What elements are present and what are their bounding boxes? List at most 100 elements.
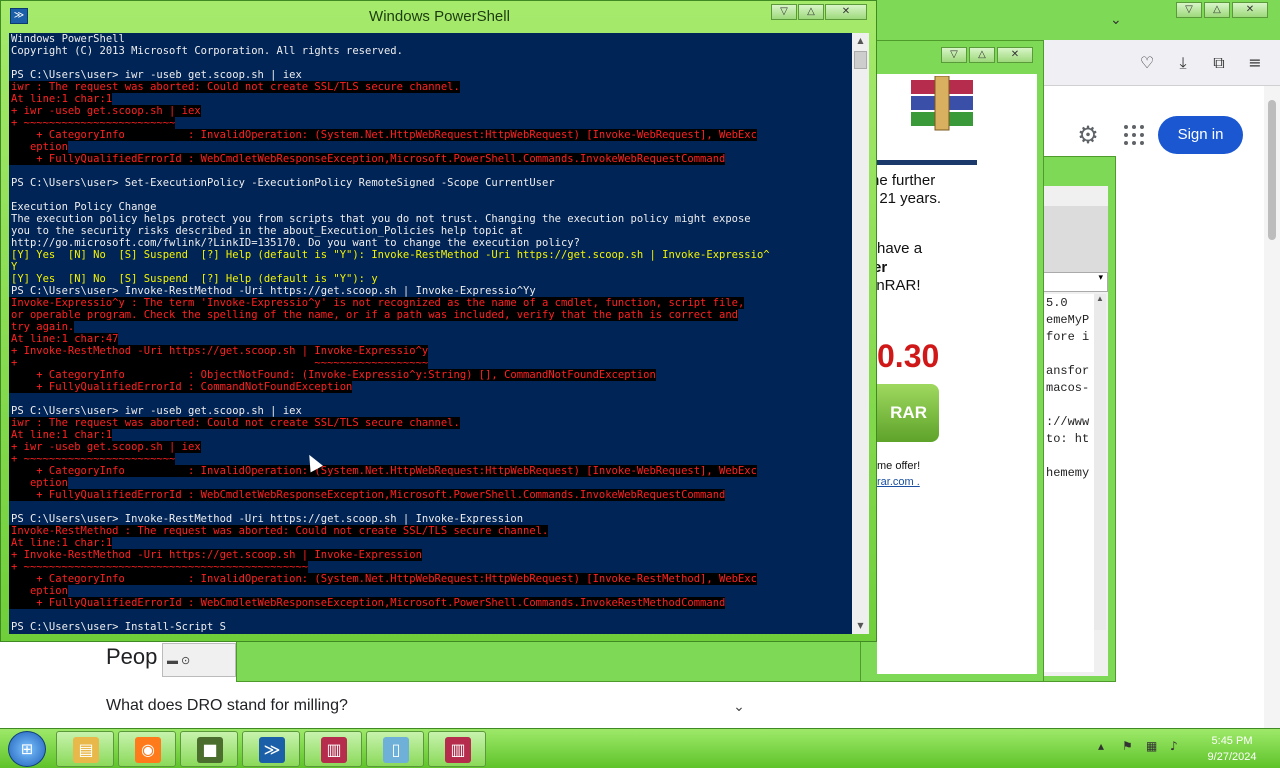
browser-scrollbar[interactable] <box>1264 86 1280 728</box>
winrar-ad-text: t 21 years. <box>877 190 942 207</box>
download-icon[interactable]: ⤓ <box>1172 52 1194 74</box>
question-item[interactable]: What does DRO stand for milling? <box>106 697 348 715</box>
browser-close-button[interactable]: ✕ <box>1232 2 1268 18</box>
browser-minimize-button[interactable]: ▽ <box>1176 2 1202 18</box>
ps-minimize-button[interactable]: ▽ <box>771 4 797 20</box>
clock-time[interactable]: 5:45 PM <box>1196 735 1268 747</box>
text-dialog-header <box>1040 206 1108 272</box>
sign-in-button[interactable]: Sign in <box>1158 116 1243 154</box>
action-center-icon[interactable]: ⚑ <box>1122 739 1133 753</box>
winrar-icon: ▥ <box>321 737 347 763</box>
taskbar-winrar-2-button[interactable]: ▥ <box>428 731 486 767</box>
console-error-line: + FullyQualifiedErrorId : CommandNotFoun… <box>9 381 353 393</box>
chevron-down-icon[interactable]: ⌄ <box>724 693 754 721</box>
winrar-minimize-button[interactable]: ▽ <box>941 47 967 63</box>
console-error-line: eption <box>9 141 68 153</box>
taskbar-explorer-button[interactable]: ▤ <box>56 731 114 767</box>
browser-scrollbar-thumb[interactable] <box>1268 100 1276 240</box>
people-also-ask-heading: Peop <box>106 644 158 669</box>
scroll-down-arrow-icon[interactable]: ▼ <box>852 618 869 634</box>
console-error-line: iwr : The request was aborted: Could not… <box>9 417 460 429</box>
console-line: PS C:\Users\user> Set-ExecutionPolicy -E… <box>11 177 555 189</box>
console-line: [Y] Yes [N] No [S] Suspend [?] Help (def… <box>11 273 378 285</box>
script-scrollbar[interactable]: ▲ <box>1094 294 1106 630</box>
taskbar-notepad-button[interactable]: ▯ <box>366 731 424 767</box>
console-error-line: Invoke-RestMethod : The request was abor… <box>9 525 549 537</box>
console-error-line: At line:1 char:1 <box>9 537 113 549</box>
taskbar-minecraft-button[interactable]: ■ <box>180 731 238 767</box>
clock-date[interactable]: 9/27/2024 <box>1196 751 1268 763</box>
console-error-line: + Invoke-RestMethod -Uri https://get.sco… <box>9 549 422 561</box>
pocket-icon[interactable]: ♡ <box>1136 52 1158 74</box>
taskbar-powershell-button[interactable]: ≫ <box>242 731 300 767</box>
winrar-ad-text: have a <box>877 240 923 257</box>
network-icon[interactable]: ▦ <box>1146 739 1157 753</box>
settings-gear-icon[interactable]: ⚙ <box>1074 121 1102 149</box>
apps-grid-icon[interactable] <box>1120 121 1148 149</box>
winrar-logo-icon <box>911 76 973 131</box>
winrar-buy-button[interactable]: RAR <box>877 384 939 442</box>
encoding-dropdown[interactable]: ▾ <box>1040 272 1108 292</box>
browser-toolbar: ♡ ⤓ ⧉ ≡ <box>1040 40 1280 86</box>
winrar-price: 0.30 <box>877 338 940 374</box>
console-error-line: + CategoryInfo : InvalidOperation: (Syst… <box>9 465 757 477</box>
console-error-line: iwr : The request was aborted: Could not… <box>9 81 460 93</box>
code-line: ansfor <box>1046 364 1090 378</box>
script-text-area[interactable]: 5.0 emeMyP fore i ansfor macos- ://www t… <box>1042 294 1094 672</box>
console-line: [Y] Yes [N] No [S] Suspend [?] Help (def… <box>11 249 770 261</box>
console-error-line: try again. <box>9 321 75 333</box>
winrar-ad-text: he further <box>877 172 936 189</box>
code-line: ://www <box>1046 415 1090 429</box>
taskbar-firefox-button[interactable]: ◉ <box>118 731 176 767</box>
powershell-console[interactable]: Windows PowerShell Copyright (C) 2013 Mic… <box>9 33 852 634</box>
console-line: The execution policy helps protect you f… <box>11 213 751 225</box>
code-line: macos- <box>1046 381 1090 395</box>
tray-expand-icon[interactable]: ▴ <box>1098 739 1104 753</box>
console-error-line: + Invoke-RestMethod -Uri https://get.sco… <box>9 345 429 357</box>
ps-scrollbar[interactable]: ▲ ▼ <box>852 33 869 634</box>
menu-icon[interactable]: ≡ <box>1244 52 1266 74</box>
powershell-icon: ≫ <box>259 737 285 763</box>
console-error-line: or operable program. Check the spelling … <box>9 309 738 321</box>
text-dialog-pane: ▾ 5.0 emeMyP fore i ansfor macos- ://www… <box>1040 186 1108 676</box>
start-button[interactable]: ⊞ <box>8 731 46 767</box>
winrar-offer-text: me offer! <box>877 460 921 472</box>
console-error-line: Invoke-Expressio^y : The term 'Invoke-Ex… <box>9 297 745 309</box>
browser-maximize-button[interactable]: △ <box>1204 2 1230 18</box>
explorer-icon: ▤ <box>73 737 99 763</box>
powershell-icon[interactable]: ≫ <box>10 8 28 24</box>
ps-close-button[interactable]: ✕ <box>825 4 867 20</box>
winrar-maximize-button[interactable]: △ <box>969 47 995 63</box>
extensions-icon[interactable]: ⧉ <box>1208 52 1230 74</box>
winrar-link[interactable]: rar.com . <box>877 476 920 488</box>
taskbar-winrar-button[interactable]: ▥ <box>304 731 362 767</box>
console-error-line: At line:1 char:47 <box>9 333 119 345</box>
console-error-line: At line:1 char:1 <box>9 93 113 105</box>
console-error-line: At line:1 char:1 <box>9 429 113 441</box>
browser-titlebar: ▽ △ ✕ ⌄ <box>860 0 1280 40</box>
console-line: Windows PowerShell <box>11 33 125 45</box>
ps-scrollbar-thumb[interactable] <box>854 51 867 69</box>
code-line: hememy <box>1046 466 1090 480</box>
console-line: PS C:\Users\user> iwr -useb get.scoop.sh… <box>11 69 302 81</box>
console-line: PS C:\Users\user> iwr -useb get.scoop.sh… <box>11 405 302 417</box>
tab-list-chevron-icon[interactable]: ⌄ <box>1110 12 1122 28</box>
scroll-up-arrow-icon[interactable]: ▲ <box>852 33 869 49</box>
console-error-line: + CategoryInfo : InvalidOperation: (Syst… <box>9 129 757 141</box>
code-line: fore i <box>1046 330 1090 344</box>
console-error-line: + FullyQualifiedErrorId : WebCmdletWebRe… <box>9 597 726 609</box>
console-line: you to the security risks described in t… <box>11 225 524 237</box>
winrar-2-icon: ▥ <box>445 737 471 763</box>
console-error-line: + CategoryInfo : InvalidOperation: (Syst… <box>9 573 757 585</box>
console-error-line: + ~~~~~~~~~~~~~~~~~~~~~~~~ <box>9 117 176 129</box>
volume-muted-icon[interactable]: ♪ <box>1170 739 1178 753</box>
winrar-ad-content: he further t 21 years. have a er inRAR! … <box>877 74 1037 674</box>
console-error-line: + CategoryInfo : ObjectNotFound: (Invoke… <box>9 369 656 381</box>
console-line: Copyright (C) 2013 Microsoft Corporation… <box>11 45 403 57</box>
ps-maximize-button[interactable]: △ <box>798 4 824 20</box>
console-error-line: + ~~~~~~~~~~~~~~~~~~ <box>9 357 429 369</box>
winrar-close-button[interactable]: ✕ <box>997 47 1033 63</box>
